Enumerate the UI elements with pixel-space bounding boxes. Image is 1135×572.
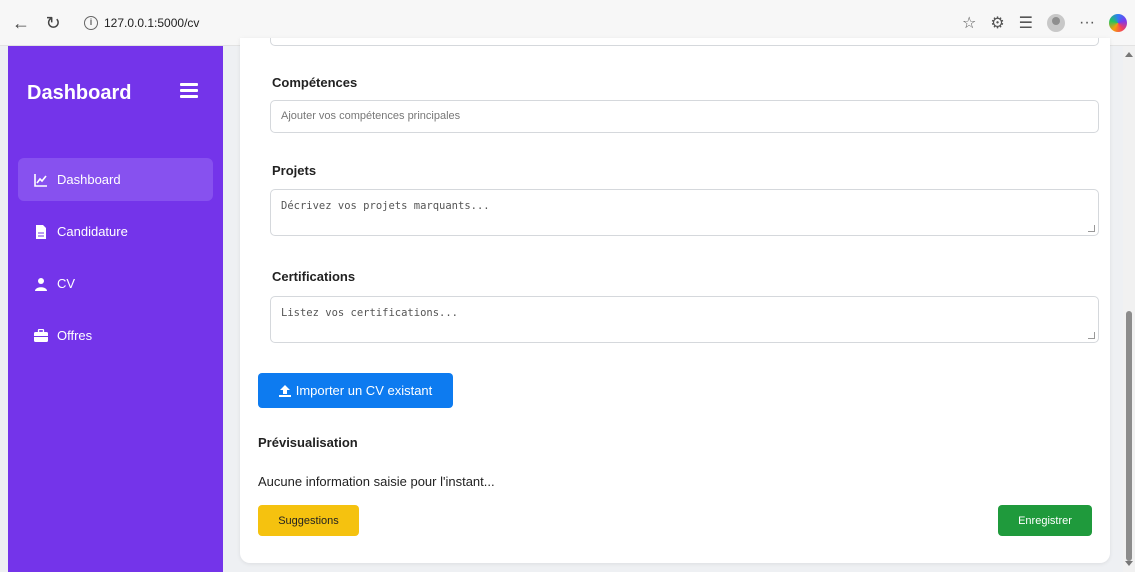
cv-form-card: Compétences Ajouter vos compétences prin… (240, 38, 1110, 563)
star-icon[interactable]: ☆ (962, 13, 976, 33)
sidebar-item-label: Offres (57, 328, 93, 343)
sidebar-item-label: Candidature (57, 224, 128, 239)
copilot-icon[interactable] (1109, 14, 1127, 32)
page-scrollbar[interactable] (1123, 46, 1135, 572)
scroll-down-icon[interactable] (1125, 561, 1133, 566)
sidebar-item-label: Dashboard (57, 172, 121, 187)
scroll-thumb[interactable] (1126, 311, 1132, 561)
briefcase-icon (34, 329, 48, 343)
sidebar-item-label: CV (57, 276, 76, 291)
sidebar-item-offres[interactable]: Offres (18, 314, 213, 357)
sidebar: Dashboard Dashboard Candidature CV Offre… (8, 46, 223, 572)
browser-right-tools: ☆ ⚙ ☰ ··· (962, 10, 1127, 36)
competences-input[interactable]: Ajouter vos compétences principales (270, 100, 1099, 133)
sidebar-item-dashboard[interactable]: Dashboard (18, 158, 213, 201)
info-icon[interactable]: i (84, 16, 98, 30)
back-arrow-icon[interactable]: ← (10, 12, 32, 34)
sidebar-item-candidature[interactable]: Candidature (18, 210, 213, 253)
page: Dashboard Dashboard Candidature CV Offre… (0, 38, 1135, 572)
more-icon[interactable]: ··· (1079, 14, 1095, 32)
competences-label: Compétences (272, 75, 358, 90)
projets-textarea[interactable]: Décrivez vos projets marquants... (270, 189, 1099, 236)
suggestions-button[interactable]: Suggestions (258, 505, 359, 536)
scroll-up-icon[interactable] (1125, 52, 1133, 57)
upload-icon (278, 384, 291, 397)
certifications-textarea[interactable]: Listez vos certifications... (270, 296, 1099, 343)
extensions-icon[interactable]: ⚙ (990, 13, 1004, 33)
certifications-label: Certifications (272, 269, 356, 284)
sidebar-brand: Dashboard (27, 82, 132, 104)
address-bar[interactable]: i 127.0.0.1:5000/cv (76, 10, 226, 36)
hamburger-menu-icon[interactable] (180, 83, 198, 99)
chart-line-icon (34, 173, 48, 187)
reload-icon[interactable]: ↻ (42, 12, 64, 34)
import-cv-label: Importer un CV existant (295, 383, 433, 398)
profile-icon[interactable] (1047, 14, 1066, 32)
preview-text: Aucune information saisie pour l'instant… (258, 474, 495, 489)
projets-label: Projets (272, 163, 317, 178)
import-cv-button[interactable]: Importer un CV existant (258, 373, 453, 408)
url-text: 127.0.0.1:5000/cv (104, 16, 200, 30)
favorites-icon[interactable]: ☰ (1019, 13, 1033, 33)
previous-field-edge (270, 38, 1099, 46)
user-icon (34, 277, 48, 291)
file-icon (34, 224, 48, 239)
preview-title: Prévisualisation (258, 435, 358, 450)
sidebar-item-cv[interactable]: CV (18, 262, 213, 305)
save-button[interactable]: Enregistrer (998, 505, 1092, 536)
